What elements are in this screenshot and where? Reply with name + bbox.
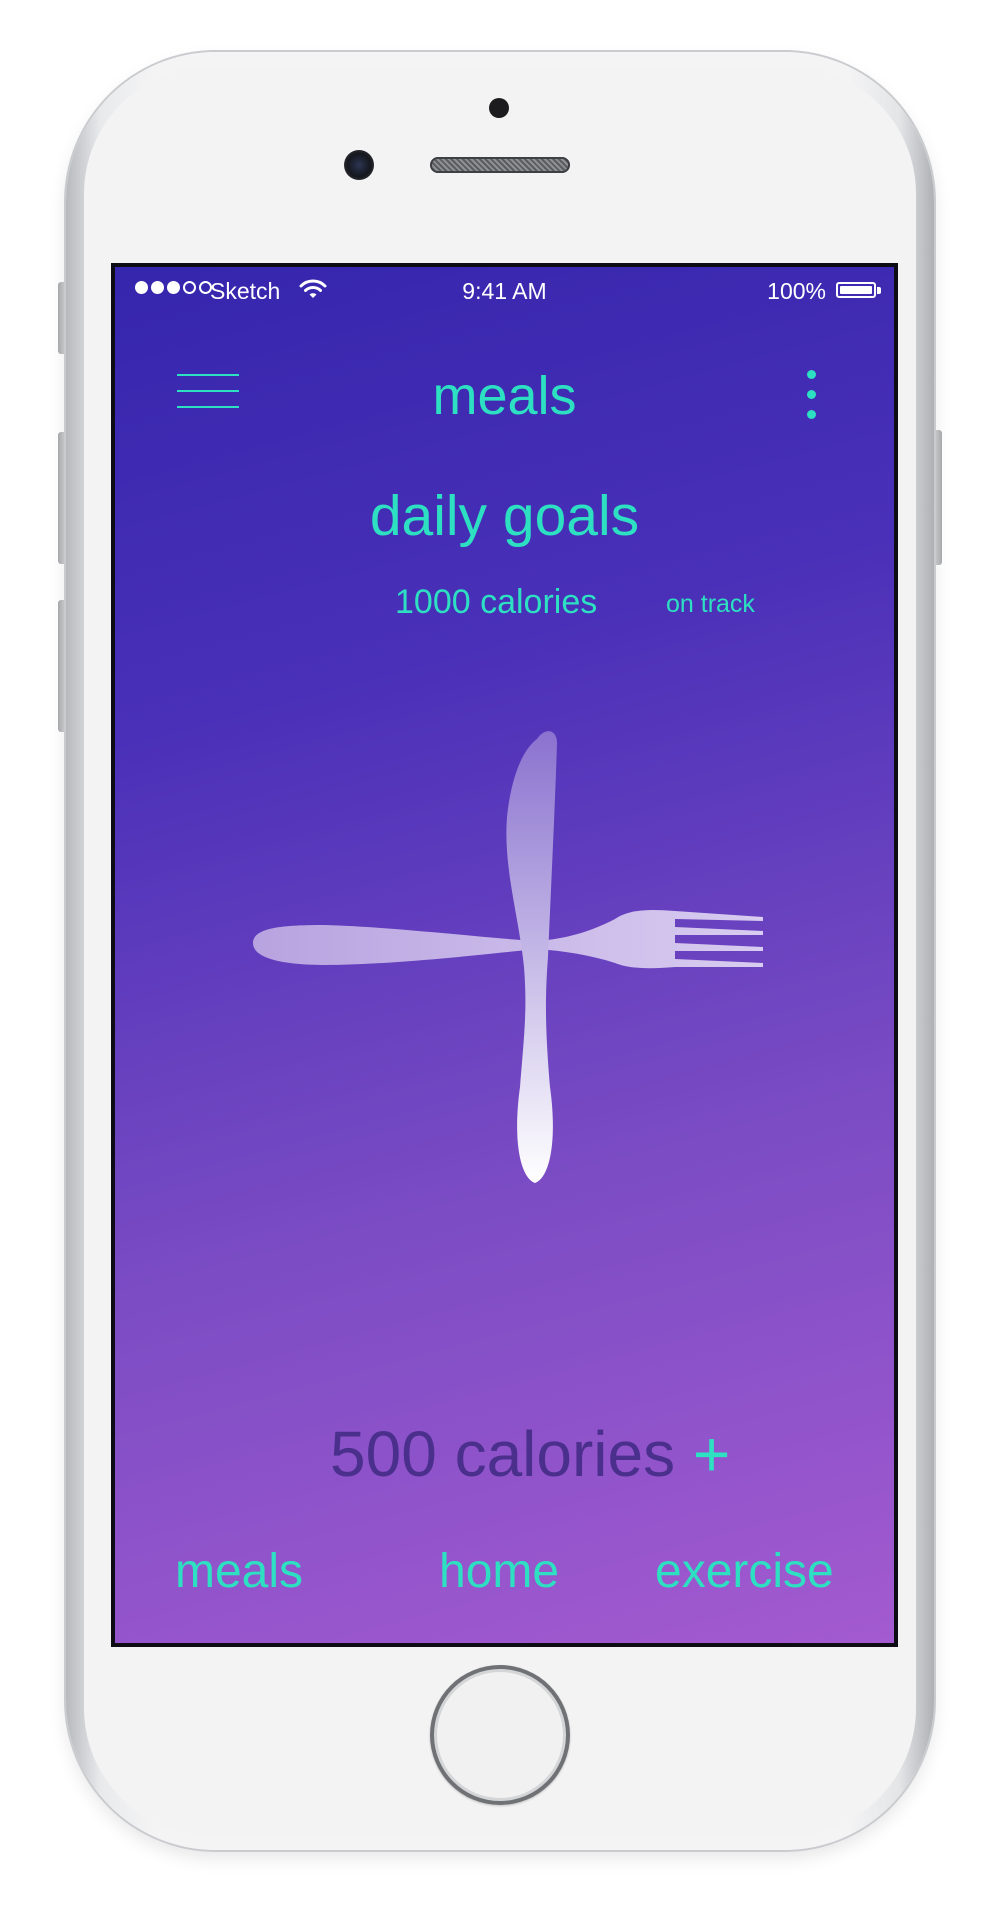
tab-exercise[interactable]: exercise xyxy=(655,1544,834,1599)
add-calories-button[interactable]: + xyxy=(693,1418,730,1490)
app-screen: Sketch 9:41 AM 100% meals daily goals 10… xyxy=(111,263,898,1647)
calories-consumed: 500 calories + xyxy=(330,1417,730,1491)
knife-icon xyxy=(506,731,557,1183)
front-camera xyxy=(344,150,374,180)
fork-icon xyxy=(253,909,763,969)
goal-calories: 1000 calories xyxy=(395,583,598,621)
consumed-calories-value: 500 calories xyxy=(330,1418,676,1490)
tab-home[interactable]: home xyxy=(439,1544,559,1599)
proximity-sensor xyxy=(489,98,509,118)
earpiece-speaker xyxy=(430,157,570,173)
goal-status: on track xyxy=(666,590,755,618)
more-options-icon[interactable] xyxy=(805,370,817,426)
battery-icon xyxy=(836,282,876,298)
fork-and-knife-icon xyxy=(253,731,763,1183)
battery-percent: 100% xyxy=(767,278,826,304)
daily-goals-heading: daily goals xyxy=(369,484,640,548)
tab-meals[interactable]: meals xyxy=(175,1544,303,1599)
page-title: meals xyxy=(432,366,577,426)
bottom-tab-bar: meals home exercise xyxy=(115,1544,894,1608)
home-button[interactable] xyxy=(430,1665,570,1805)
status-bar: Sketch 9:41 AM 100% xyxy=(115,267,894,313)
battery-cap xyxy=(877,287,881,294)
device-mockup: Sketch 9:41 AM 100% meals daily goals 10… xyxy=(0,0,1000,1912)
